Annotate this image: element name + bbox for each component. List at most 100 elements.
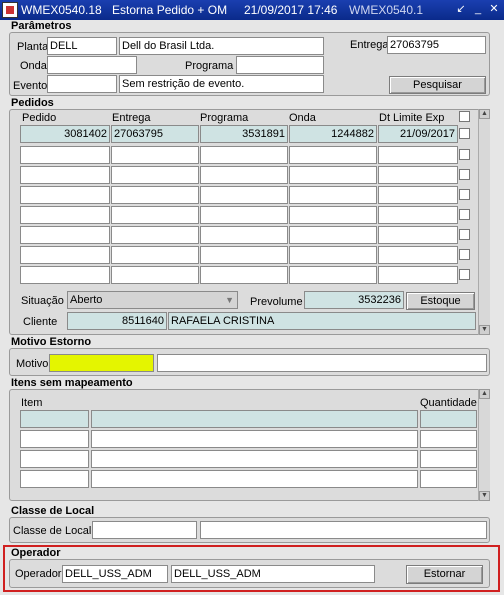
pesquisar-button[interactable]: Pesquisar: [389, 76, 486, 94]
item-cell[interactable]: [20, 410, 89, 428]
programa-cell[interactable]: [200, 146, 288, 164]
dt-limite-cell[interactable]: [378, 206, 458, 224]
table-row[interactable]: 3081402 27063795 3531891 1244882 21/09/2…: [20, 125, 460, 143]
scroll-down-icon[interactable]: ▼: [479, 491, 490, 501]
col-quantidade: Quantidade: [420, 397, 477, 409]
operador-label: Operador: [15, 568, 62, 580]
dt-limite-cell[interactable]: [378, 166, 458, 184]
entrega-cell[interactable]: [111, 186, 199, 204]
pedido-cell[interactable]: [20, 186, 110, 204]
operador-title: Operador: [11, 547, 61, 559]
programa-cell[interactable]: [200, 206, 288, 224]
dt-limite-cell[interactable]: [378, 246, 458, 264]
programa-param-field[interactable]: [236, 56, 324, 74]
onda-param-field[interactable]: [47, 56, 137, 74]
dt-limite-cell[interactable]: 21/09/2017: [378, 125, 458, 143]
row-checkbox[interactable]: [459, 269, 470, 280]
item-desc-cell[interactable]: [91, 410, 418, 428]
onda-cell[interactable]: [289, 246, 377, 264]
onda-cell[interactable]: [289, 166, 377, 184]
onda-cell[interactable]: 1244882: [289, 125, 377, 143]
col-programa: Programa: [200, 112, 249, 124]
onda-cell[interactable]: [289, 226, 377, 244]
planta-code-field[interactable]: DELL: [47, 37, 117, 55]
pedido-cell[interactable]: 3081402: [20, 125, 110, 143]
entrega-param-field[interactable]: 27063795: [387, 36, 486, 54]
entrega-cell[interactable]: [111, 246, 199, 264]
classe-code-field[interactable]: [92, 521, 197, 539]
dt-limite-cell[interactable]: [378, 186, 458, 204]
row-checkbox[interactable]: [459, 189, 470, 200]
programa-cell[interactable]: [200, 246, 288, 264]
estoque-button[interactable]: Estoque: [406, 292, 475, 310]
row-checkbox[interactable]: [459, 169, 470, 180]
dt-limite-cell[interactable]: [378, 266, 458, 284]
pedido-cell[interactable]: [20, 146, 110, 164]
situacao-select[interactable]: Aberto ▼: [67, 291, 238, 309]
onda-cell[interactable]: [289, 146, 377, 164]
programa-cell[interactable]: [200, 186, 288, 204]
entrega-cell[interactable]: [111, 166, 199, 184]
col-dt-limite: Dt Limite Exp: [379, 112, 445, 124]
row-checkbox[interactable]: [459, 128, 470, 139]
classe-title: Classe de Local: [11, 505, 95, 517]
dt-limite-cell[interactable]: [378, 146, 458, 164]
col-entrega: Entrega: [112, 112, 151, 124]
quantidade-cell[interactable]: [420, 470, 477, 488]
row-checkbox[interactable]: [459, 249, 470, 260]
pedido-cell[interactable]: [20, 166, 110, 184]
item-cell[interactable]: [20, 450, 89, 468]
row-checkbox[interactable]: [459, 149, 470, 160]
programa-cell[interactable]: 3531891: [200, 125, 288, 143]
quantidade-cell[interactable]: [420, 450, 477, 468]
onda-cell[interactable]: [289, 266, 377, 284]
situacao-label: Situação: [21, 295, 64, 307]
select-all-checkbox[interactable]: [459, 111, 470, 122]
itens-scrollbar[interactable]: ▲ ▼: [478, 389, 490, 501]
entrega-cell[interactable]: [111, 206, 199, 224]
window-title-app: WMEX0540.18: [21, 3, 102, 17]
dt-limite-cell[interactable]: [378, 226, 458, 244]
item-desc-cell[interactable]: [91, 450, 418, 468]
scroll-up-icon[interactable]: ▲: [479, 389, 490, 399]
row-checkbox[interactable]: [459, 229, 470, 240]
motivo-code-field[interactable]: [49, 354, 154, 372]
item-desc-cell[interactable]: [91, 470, 418, 488]
programa-cell[interactable]: [200, 226, 288, 244]
pedidos-scrollbar[interactable]: ▲ ▼: [478, 109, 490, 335]
scroll-up-icon[interactable]: ▲: [479, 109, 490, 119]
pedido-cell[interactable]: [20, 206, 110, 224]
onda-cell[interactable]: [289, 206, 377, 224]
motivo-desc-field: [157, 354, 487, 372]
minimize-icon[interactable]: _: [472, 3, 484, 16]
item-cell[interactable]: [20, 470, 89, 488]
quantidade-cell[interactable]: [420, 430, 477, 448]
pedido-cell[interactable]: [20, 226, 110, 244]
col-item: Item: [21, 397, 43, 409]
entrega-cell[interactable]: [111, 226, 199, 244]
programa-cell[interactable]: [200, 266, 288, 284]
restore-icon[interactable]: ↙: [455, 3, 467, 16]
row-checkbox[interactable]: [459, 209, 470, 220]
scroll-down-icon[interactable]: ▼: [479, 325, 490, 335]
chevron-down-icon[interactable]: ▼: [225, 292, 234, 308]
quantidade-cell[interactable]: [420, 410, 477, 428]
pedido-cell[interactable]: [20, 246, 110, 264]
item-cell[interactable]: [20, 430, 89, 448]
entrega-cell[interactable]: 27063795: [111, 125, 199, 143]
entrega-cell[interactable]: [111, 146, 199, 164]
evento-label: Evento: [13, 80, 48, 92]
operador-code-field[interactable]: DELL_USS_ADM: [62, 565, 168, 583]
close-icon[interactable]: ✕: [488, 3, 500, 16]
estornar-button[interactable]: Estornar: [406, 565, 483, 584]
operador-name-field: DELL_USS_ADM: [171, 565, 375, 583]
evento-code-field[interactable]: [47, 75, 117, 93]
classe-desc-field: [200, 521, 487, 539]
motivo-label: Motivo: [16, 358, 49, 370]
onda-cell[interactable]: [289, 186, 377, 204]
item-desc-cell[interactable]: [91, 430, 418, 448]
programa-cell[interactable]: [200, 166, 288, 184]
entrega-param-label: Entrega: [350, 39, 389, 51]
pedido-cell[interactable]: [20, 266, 110, 284]
entrega-cell[interactable]: [111, 266, 199, 284]
